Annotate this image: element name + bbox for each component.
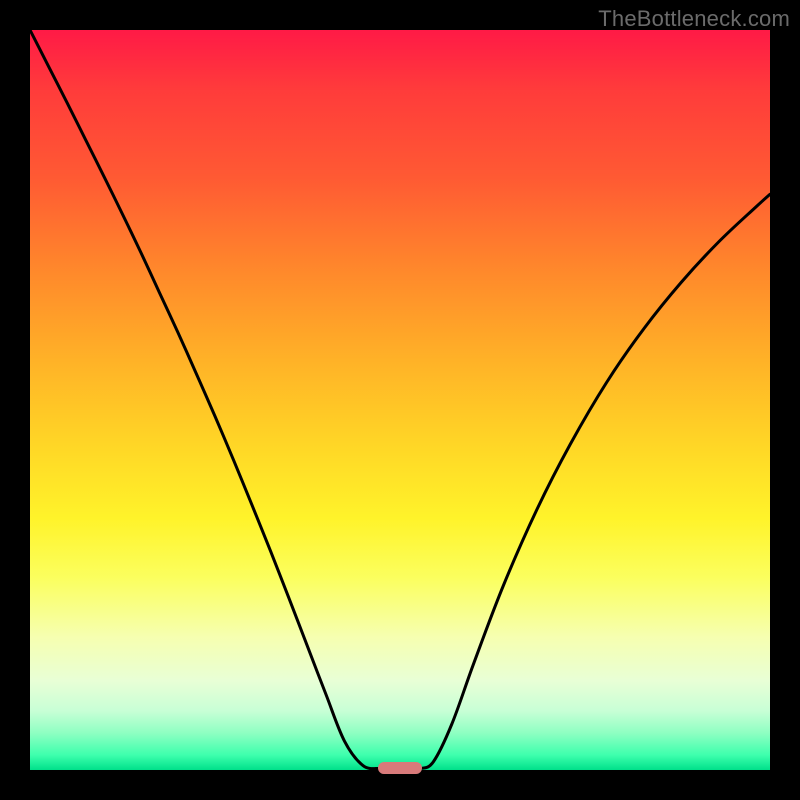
bottleneck-marker [378,762,422,774]
right-curve-path [421,194,770,768]
left-curve-path [30,30,379,769]
image-frame: TheBottleneck.com [0,0,800,800]
chart-plot-area [30,30,770,770]
watermark-text: TheBottleneck.com [598,6,790,32]
chart-curves [30,30,770,770]
